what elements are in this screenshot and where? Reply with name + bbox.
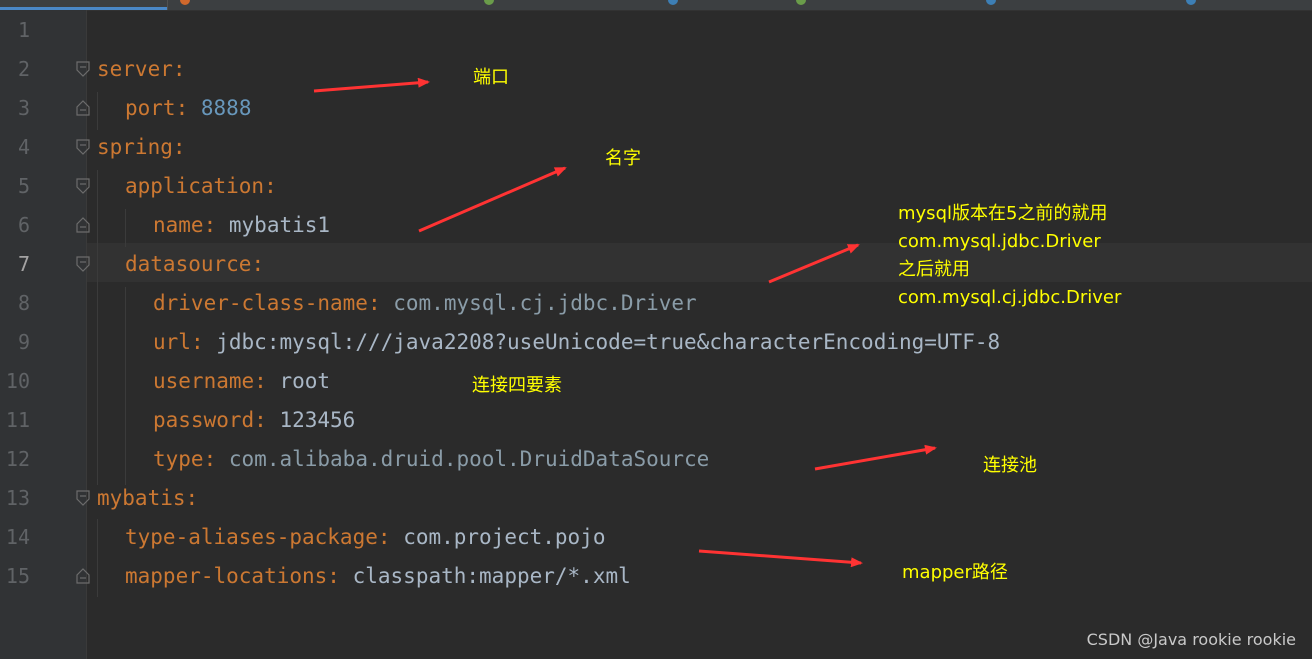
watermark: CSDN @Java rookie rookie — [1086, 630, 1296, 649]
arrow-name — [418, 166, 567, 233]
annotation-arrows — [313, 77, 937, 568]
annotation-connection: 连接四要素 — [472, 375, 562, 396]
arrow-mapper — [698, 549, 863, 568]
annotation-driver-line: 之后就用 — [898, 259, 970, 280]
annotation-driver: mysql版本在5之前的就用 com.mysql.jdbc.Driver 之后就… — [898, 200, 1121, 312]
annotation-name: 名字 — [605, 148, 641, 169]
annotation-driver-line: com.mysql.jdbc.Driver — [898, 231, 1101, 252]
annotation-driver-line: com.mysql.cj.jdbc.Driver — [898, 287, 1122, 308]
arrow-pool — [814, 444, 937, 471]
annotation-driver-line: mysql版本在5之前的就用 — [898, 203, 1108, 224]
annotation-mapper: mapper路径 — [902, 562, 1008, 583]
arrow-driver — [768, 243, 860, 284]
annotation-port: 端口 — [473, 67, 509, 88]
annotation-pool: 连接池 — [983, 455, 1037, 476]
arrow-port — [313, 77, 430, 93]
